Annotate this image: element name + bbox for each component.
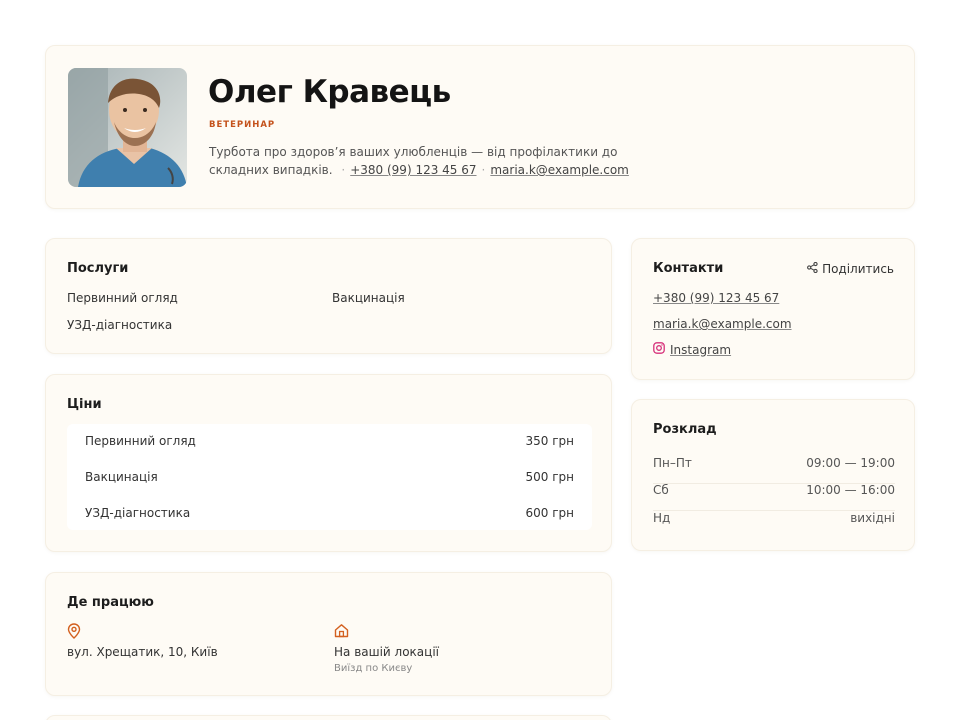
service-item: Вакцинація bbox=[332, 291, 405, 305]
instagram-icon bbox=[653, 342, 665, 357]
services-card: Послуги Первинний огляд Вакцинація УЗД-д… bbox=[45, 238, 612, 354]
profile-name: Олег Кравець bbox=[208, 74, 451, 110]
price-value: 500 грн bbox=[525, 470, 575, 484]
bio-email-link[interactable]: maria.k@example.com bbox=[490, 163, 629, 177]
schedule-day: Пн–Пт bbox=[653, 456, 692, 470]
services-title: Послуги bbox=[67, 261, 129, 276]
schedule-hours: вихідні bbox=[850, 511, 895, 525]
bio-separator: · bbox=[341, 163, 346, 177]
profile-role: ВЕТЕРИНАР bbox=[209, 120, 276, 130]
contacts-title: Контакти bbox=[653, 261, 724, 276]
share-button[interactable]: Поділитись bbox=[807, 261, 894, 276]
schedule-row: Нд вихідні bbox=[653, 511, 895, 539]
onsite-label: На вашій локації bbox=[334, 645, 439, 659]
price-value: 350 грн bbox=[525, 434, 575, 448]
price-name: Вакцинація bbox=[85, 470, 158, 484]
price-row: Вакцинація 500 грн bbox=[67, 460, 592, 496]
bio-phone-link[interactable]: +380 (99) 123 45 67 bbox=[350, 163, 476, 177]
address-text: вул. Хрещатик, 10, Київ bbox=[67, 645, 218, 659]
schedule-card: Розклад Пн–Пт 09:00 — 19:00 Сб 10:00 — 1… bbox=[631, 399, 915, 551]
profile-bio: Турбота про здоров’я ваших улюбленців — … bbox=[209, 143, 659, 179]
schedule-day: Нд bbox=[653, 511, 671, 525]
schedule-row: Пн–Пт 09:00 — 19:00 bbox=[653, 456, 895, 484]
contacts-card: Контакти Поділитись +380 (99) 123 45 67 … bbox=[631, 238, 915, 380]
price-name: Первинний огляд bbox=[85, 434, 196, 448]
prices-title: Ціни bbox=[67, 397, 102, 412]
price-table: Первинний огляд 350 грн Вакцинація 500 г… bbox=[67, 424, 592, 530]
onsite-sub: Виїзд по Києву bbox=[334, 663, 413, 674]
profile-card: Олег Кравець ВЕТЕРИНАР Турбота про здоро… bbox=[45, 45, 915, 209]
share-label: Поділитись bbox=[822, 262, 894, 276]
home-icon bbox=[334, 623, 349, 642]
schedule-hours: 09:00 — 19:00 bbox=[806, 456, 895, 470]
next-card bbox=[45, 715, 612, 720]
where-title: Де працюю bbox=[67, 595, 154, 610]
instagram-label: Instagram bbox=[670, 342, 732, 357]
avatar bbox=[68, 68, 187, 187]
schedule-row: Сб 10:00 — 16:00 bbox=[653, 483, 895, 511]
prices-card: Ціни Первинний огляд 350 грн Вакцинація … bbox=[45, 374, 612, 552]
contact-email-link[interactable]: maria.k@example.com bbox=[653, 317, 792, 331]
service-item: Первинний огляд bbox=[67, 291, 178, 305]
schedule-day: Сб bbox=[653, 483, 669, 497]
price-value: 600 грн bbox=[525, 506, 575, 520]
map-pin-icon bbox=[67, 623, 81, 643]
price-name: УЗД-діагностика bbox=[85, 506, 191, 520]
schedule-title: Розклад bbox=[653, 422, 717, 437]
contact-phone-link[interactable]: +380 (99) 123 45 67 bbox=[653, 291, 779, 305]
service-item: УЗД-діагностика bbox=[67, 318, 173, 332]
price-row: Первинний огляд 350 грн bbox=[67, 424, 592, 460]
share-icon bbox=[807, 261, 818, 276]
schedule-hours: 10:00 — 16:00 bbox=[806, 483, 895, 497]
avatar-photo bbox=[68, 68, 187, 187]
bio-separator: · bbox=[481, 163, 486, 177]
where-card: Де працюю вул. Хрещатик, 10, Київ На ваш… bbox=[45, 572, 612, 696]
price-row: УЗД-діагностика 600 грн bbox=[67, 496, 592, 532]
instagram-link[interactable]: Instagram bbox=[653, 342, 731, 357]
